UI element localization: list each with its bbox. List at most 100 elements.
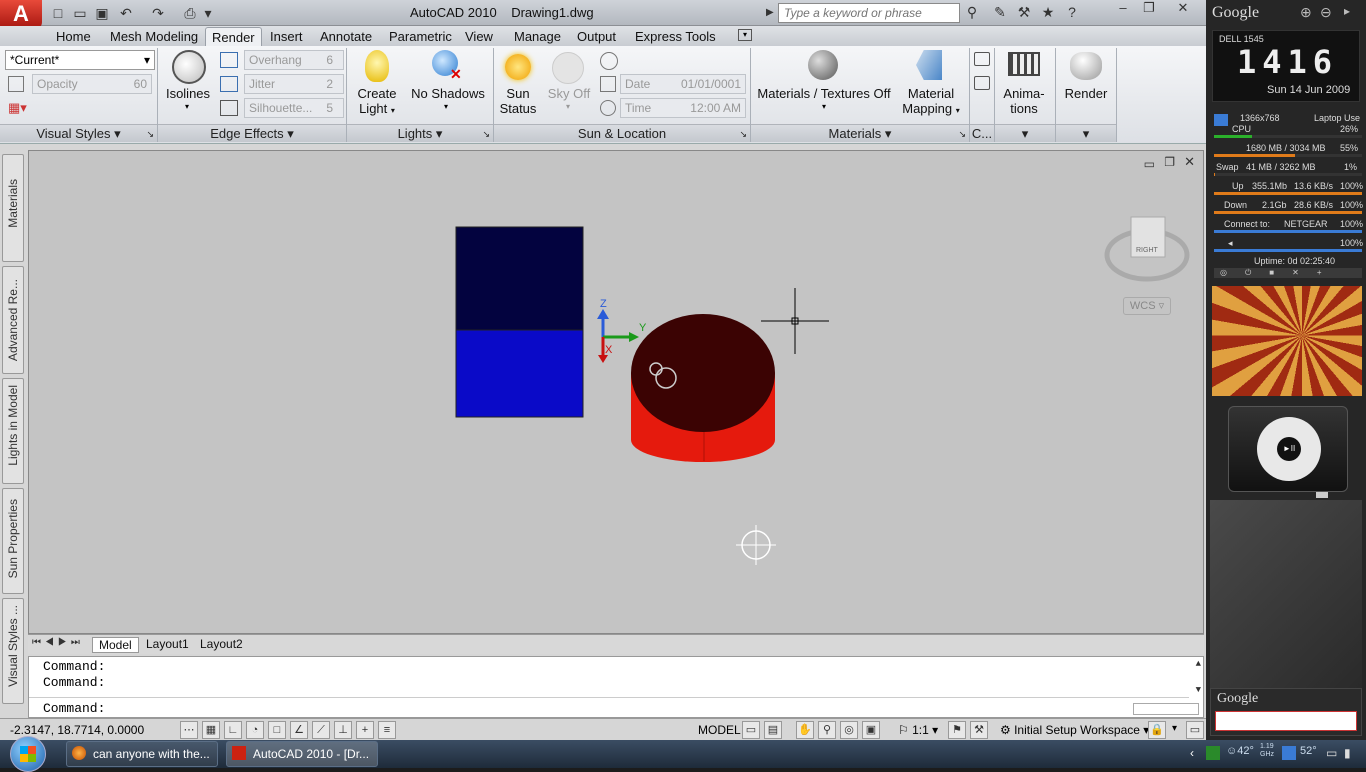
tab-insert[interactable]: Insert [264, 27, 309, 46]
palette-tab-advanced-render[interactable]: Advanced Re... [2, 266, 24, 374]
globe-icon[interactable] [600, 52, 618, 70]
tray-temp-icon[interactable]: ☺42° [1226, 745, 1254, 757]
tray-signal-icon[interactable]: ▮ [1344, 746, 1351, 760]
workspace-switcher[interactable]: ⚙ Initial Setup Workspace ▾ [1000, 723, 1149, 737]
camera-icon[interactable] [974, 76, 990, 90]
camera-icon[interactable] [974, 52, 990, 66]
tray-network-icon[interactable] [1282, 746, 1296, 760]
tab-output[interactable]: Output [571, 27, 622, 46]
lightbulb-icon[interactable] [365, 50, 389, 82]
ducs-icon[interactable]: ⊥ [334, 721, 352, 739]
taskbar-item-firefox[interactable]: can anyone with the... [66, 741, 218, 767]
tab-manage[interactable]: Manage [508, 27, 567, 46]
opacity-field[interactable]: Opacity 60 [32, 74, 152, 94]
model-icon[interactable]: ▭ [742, 721, 760, 739]
sun-icon[interactable] [505, 54, 531, 80]
panel-animations[interactable]: ▾ [995, 124, 1055, 142]
otrack-icon[interactable]: ⟋ [312, 721, 330, 739]
palette-tab-sun-properties[interactable]: Sun Properties [2, 488, 24, 594]
panel-edge-effects[interactable]: Edge Effects ▾ [158, 124, 346, 142]
favorites-star-icon[interactable]: ★ [1038, 4, 1058, 22]
minimize-icon[interactable]: – [1110, 0, 1136, 18]
wcs-menu[interactable]: WCS ▿ [1123, 297, 1171, 315]
ortho-icon[interactable]: ∟ [224, 721, 242, 739]
teapot-icon[interactable] [1070, 52, 1102, 80]
start-button[interactable] [10, 736, 46, 772]
quick-access-dropdown-icon[interactable]: ▾ [202, 3, 214, 23]
tab-layout1[interactable]: Layout1 [140, 637, 195, 653]
tab-mesh-modeling[interactable]: Mesh Modeling [104, 27, 204, 46]
tab-layout2[interactable]: Layout2 [194, 637, 249, 653]
maximize-icon[interactable]: ❐ [1136, 0, 1162, 18]
visual-style-select[interactable]: *Current* ▾ [5, 50, 155, 70]
tray-expand-icon[interactable]: ‹ [1190, 746, 1194, 760]
material-mapping-button[interactable]: Material Mapping ▾ [900, 86, 962, 116]
grid-icon[interactable]: ▦ [202, 721, 220, 739]
redo-icon[interactable]: ↷ [148, 3, 168, 23]
osnap-icon[interactable]: □ [268, 721, 286, 739]
materials-textures-button[interactable]: Materials / Textures Off [756, 86, 892, 101]
tab-home[interactable]: Home [50, 27, 97, 46]
sky-icon[interactable] [552, 52, 584, 84]
lineweight-icon[interactable]: ≡ [378, 721, 396, 739]
panel-render[interactable]: ▾ [1056, 124, 1116, 142]
coordinates-readout[interactable]: -2.3147, 18.7714, 0.0000 [10, 723, 144, 737]
scroll-down-icon[interactable]: ▼ [1196, 685, 1201, 695]
undo-icon[interactable]: ↶ [116, 3, 136, 23]
tray-display-icon[interactable]: ▭ [1326, 746, 1337, 760]
tab-model[interactable]: Model [92, 637, 139, 653]
sky-off-button[interactable]: Sky Off [544, 86, 594, 101]
face-color-icon[interactable]: ▦▾ [8, 100, 36, 118]
panel-sun-location[interactable]: Sun & Location ↘ [494, 124, 750, 142]
power-buttons[interactable]: ◎⏻■✕+ [1214, 268, 1362, 278]
zoom-icon[interactable]: ⚲ [818, 721, 836, 739]
click-wheel[interactable]: ►II [1257, 417, 1321, 481]
open-icon[interactable]: ▭ [70, 3, 90, 23]
horizontal-scrollbar[interactable] [1133, 703, 1199, 715]
tab-annotate[interactable]: Annotate [314, 27, 378, 46]
film-strip-icon[interactable] [1008, 52, 1040, 76]
panel-camera[interactable]: C... [970, 124, 994, 142]
scroll-up-icon[interactable]: ▲ [1196, 659, 1201, 669]
layout-nav-arrows-icon[interactable]: ⏮◀▶⏭ [32, 637, 84, 648]
ribbon-minimize-icon[interactable]: ▾ [738, 29, 752, 41]
no-shadows-button[interactable]: No Shadows [408, 86, 488, 101]
panel-visual-styles[interactable]: Visual Styles ▾ ↘ [0, 124, 157, 142]
clean-screen-icon[interactable]: ▭ [1186, 721, 1204, 739]
xray-icon[interactable] [8, 76, 24, 92]
communication-center-icon[interactable]: ⚒ [1014, 4, 1034, 22]
lock-icon[interactable]: 🔒 [1148, 721, 1166, 739]
material-sphere-icon[interactable] [808, 50, 838, 80]
search-expand-icon[interactable]: ▶ [766, 3, 778, 23]
play-pause-icon[interactable]: ►II [1277, 437, 1301, 461]
date-field[interactable]: Date 01/01/0001 [620, 74, 746, 94]
auto-scale-icon[interactable]: ⚒ [970, 721, 988, 739]
pan-icon[interactable]: ✋ [796, 721, 814, 739]
snap-icon[interactable]: ⋯ [180, 721, 198, 739]
drawing-viewport[interactable]: ▭ ❐ ✕ Z Y X RIGHT WCS ▿ [28, 150, 1204, 634]
isolines-icon[interactable] [172, 50, 206, 84]
sidebar-scroll-icon[interactable]: ▸ [1344, 4, 1350, 18]
tray-app-icon[interactable] [1206, 746, 1220, 760]
create-light-button[interactable]: Create Light ▾ [352, 86, 402, 116]
material-mapping-icon[interactable] [916, 50, 942, 80]
panel-lights[interactable]: Lights ▾ ↘ [347, 124, 493, 142]
binoculars-icon[interactable]: ⚲ [962, 4, 982, 22]
showmotion-icon[interactable]: ▣ [862, 721, 880, 739]
tab-render[interactable]: Render [205, 27, 262, 46]
steering-wheel-icon[interactable]: ◎ [840, 721, 858, 739]
save-icon[interactable]: ▣ [92, 3, 112, 23]
google-search-input[interactable] [1215, 711, 1357, 731]
dyn-icon[interactable]: + [356, 721, 374, 739]
3d-osnap-icon[interactable]: ∠ [290, 721, 308, 739]
search-input[interactable] [778, 3, 960, 23]
plot-icon[interactable]: ⎙ [180, 3, 200, 23]
status-menu-icon[interactable]: ▾ [1172, 723, 1177, 734]
slideshow-image[interactable] [1212, 286, 1362, 396]
tab-express-tools[interactable]: Express Tools [629, 27, 722, 46]
help-icon[interactable]: ? [1062, 4, 1082, 22]
isolines-button[interactable]: Isolines [160, 86, 216, 101]
annotation-visibility-icon[interactable]: ⚑ [948, 721, 966, 739]
silhouette-field[interactable]: Silhouette... 5 [244, 98, 344, 118]
jitter-field[interactable]: Jitter 2 [244, 74, 344, 94]
